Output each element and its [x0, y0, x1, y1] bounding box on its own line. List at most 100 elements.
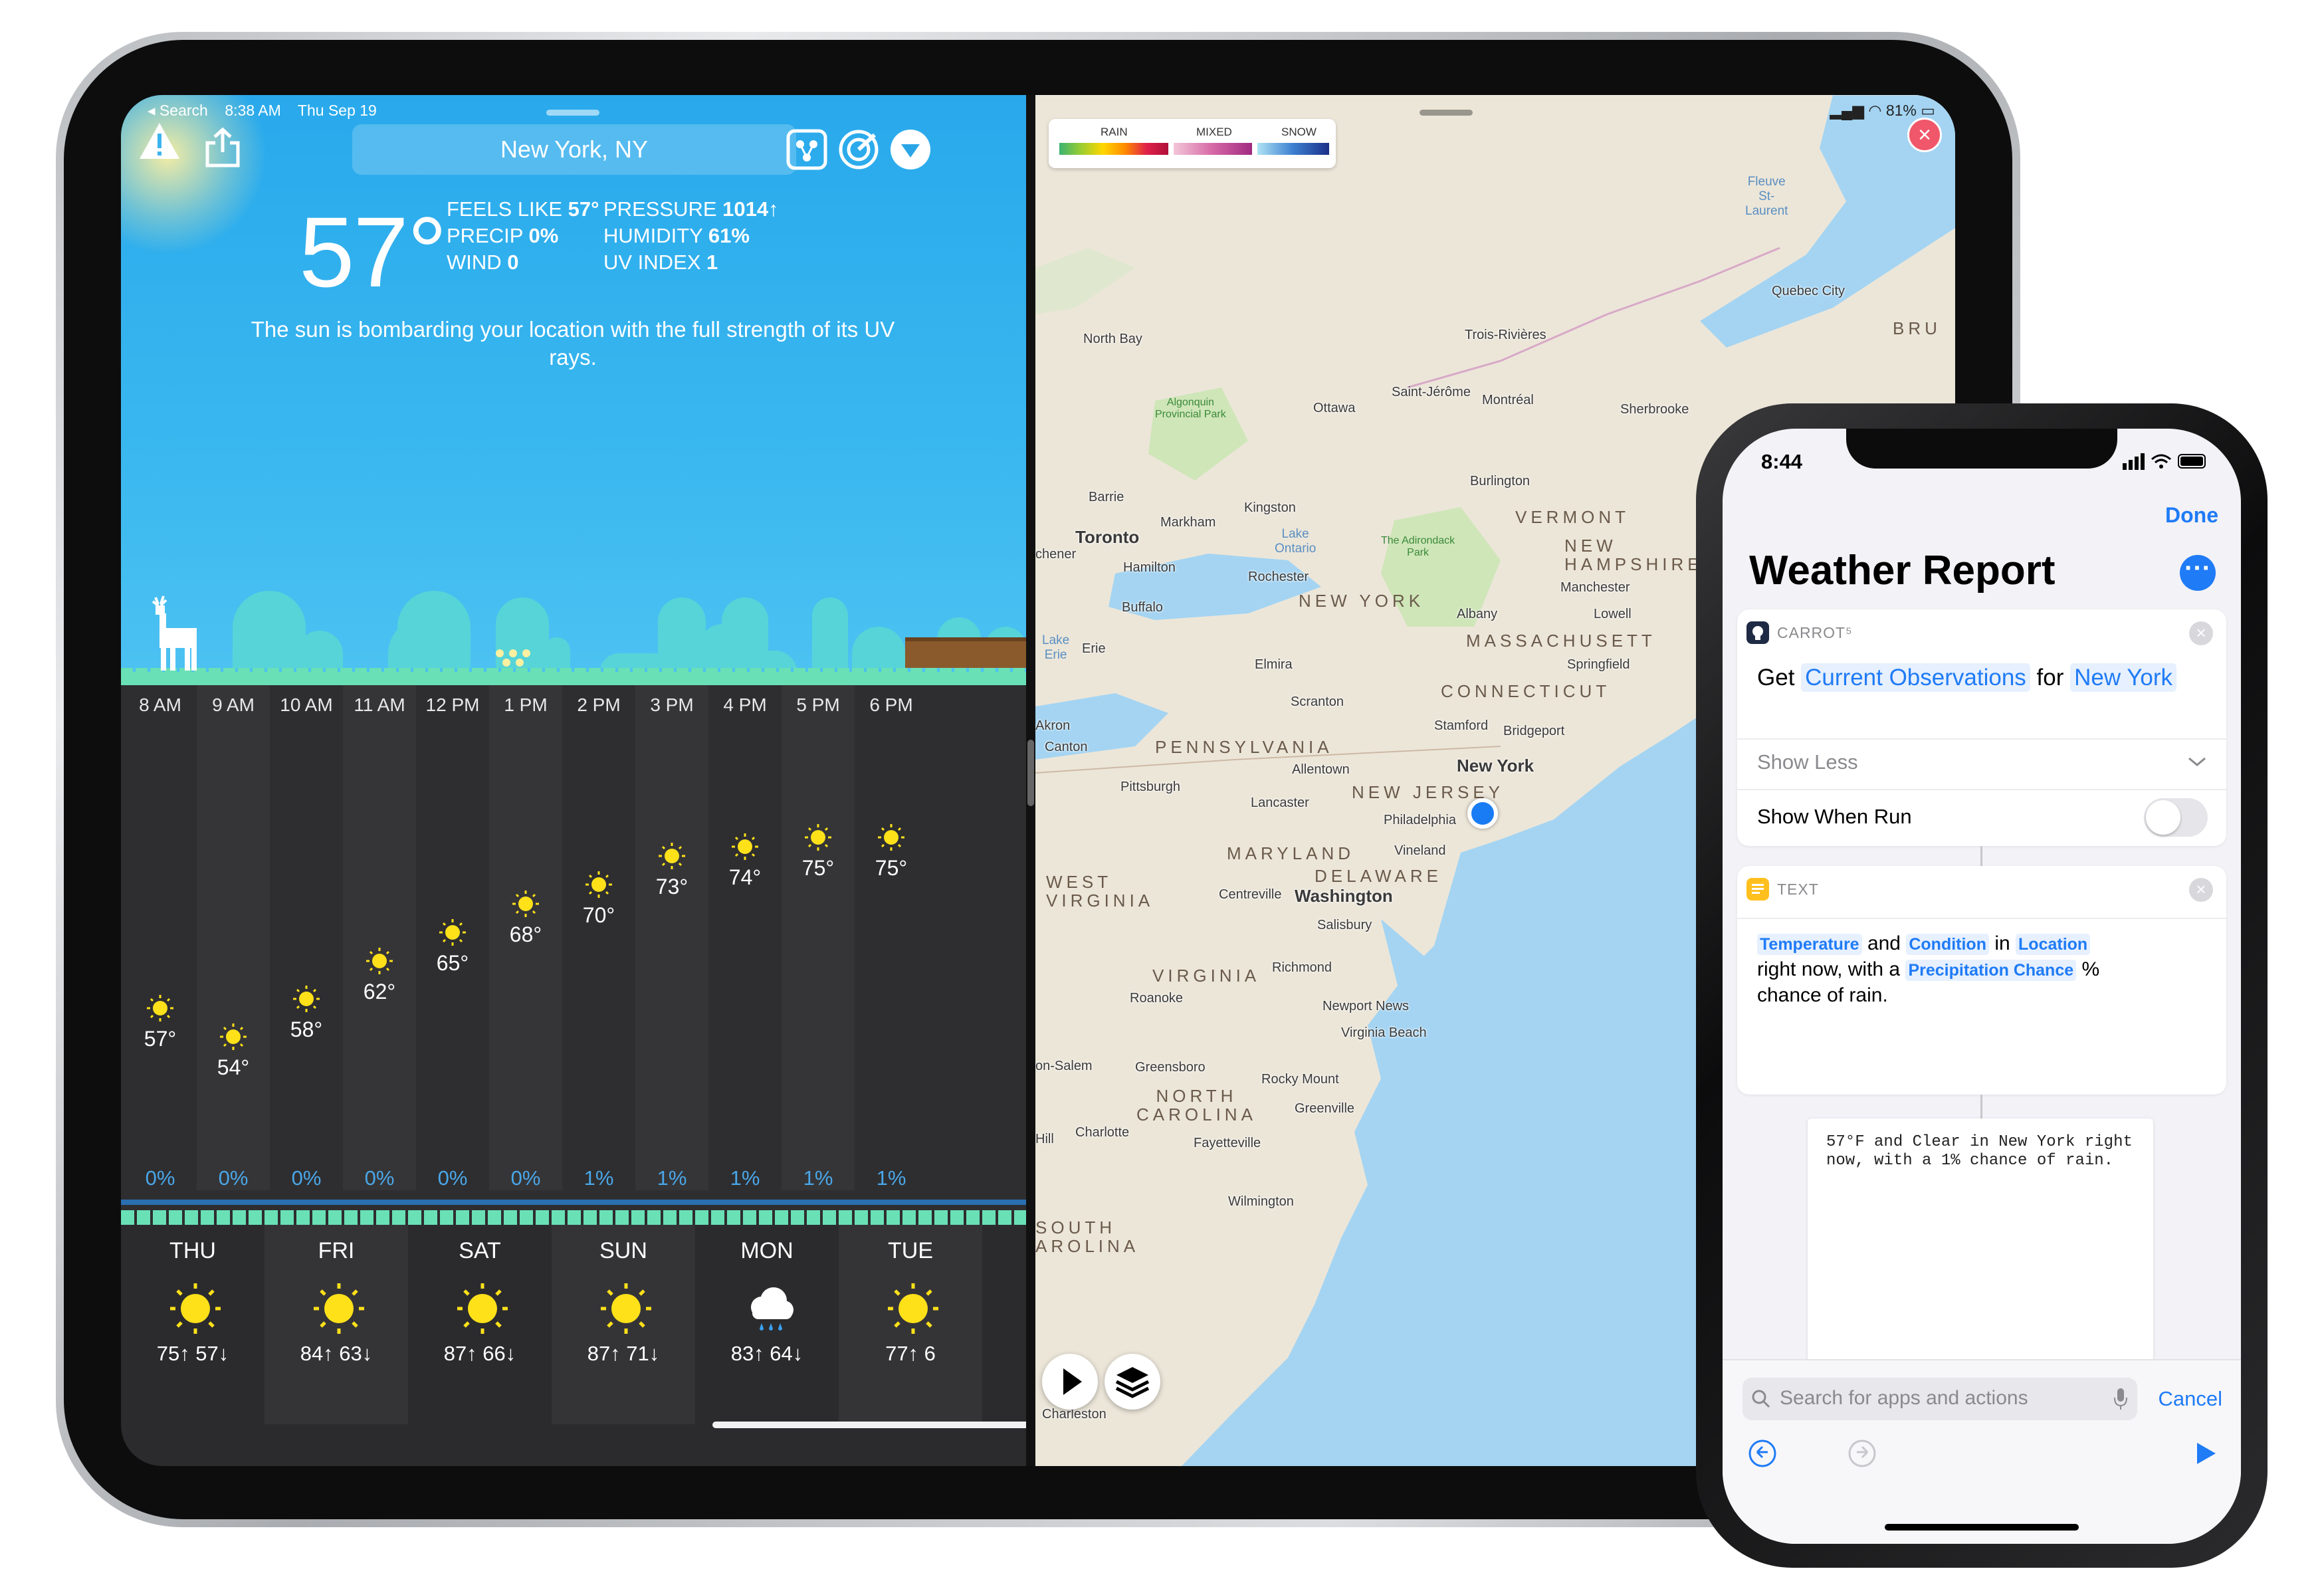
map-label: Quebec City — [1772, 284, 1846, 298]
radar-icon[interactable] — [837, 128, 880, 171]
chevron-up-icon[interactable] — [2188, 756, 2206, 768]
location-param[interactable]: New York — [2070, 663, 2176, 692]
daily-column: TUE 77↑ 6 — [839, 1225, 982, 1424]
day-label: SAT — [459, 1238, 501, 1263]
show-less-button[interactable]: Show Less — [1757, 750, 1858, 774]
text-action-card[interactable]: TEXT × Temperature and Condition in Loca… — [1737, 866, 2226, 1095]
sun-icon — [457, 1283, 508, 1334]
map-label: Rocky Mount — [1261, 1072, 1339, 1087]
ipad-screen: ◂ Search 8:38 AM Thu Sep 19 New York, NY — [121, 95, 1955, 1466]
precip-value: 0% — [528, 224, 559, 247]
play-button[interactable] — [1042, 1354, 1098, 1410]
sun-icon — [170, 1283, 221, 1334]
hour-precip-chance: 0% — [291, 1166, 322, 1190]
warning-icon[interactable] — [138, 122, 181, 160]
layers-button[interactable] — [1105, 1354, 1160, 1410]
home-indicator[interactable] — [712, 1422, 1026, 1428]
hour-label: 9 AM — [212, 694, 255, 715]
menu-dropdown-icon[interactable] — [889, 128, 932, 171]
day-label: THU — [169, 1238, 216, 1263]
hour-label: 2 PM — [577, 694, 621, 715]
done-button[interactable]: Done — [2165, 503, 2218, 528]
location-variable[interactable]: Location — [2016, 934, 2091, 955]
show-when-run-toggle[interactable] — [2144, 798, 2208, 837]
pressure-value: 1014↑ — [722, 197, 779, 221]
redo-icon[interactable] — [1846, 1437, 1878, 1469]
battery-level: 81% — [1885, 102, 1917, 119]
flowers-icon — [496, 649, 530, 667]
remove-action-icon[interactable]: × — [2189, 878, 2213, 902]
action-verb: Get — [1757, 665, 1795, 690]
text-content[interactable]: Temperature and Condition in Location ri… — [1757, 931, 2216, 1008]
undo-icon[interactable] — [1746, 1437, 1778, 1469]
hour-label: 1 PM — [504, 694, 548, 715]
action-preposition: for — [2036, 665, 2064, 690]
pressure-label: PRESSURE — [603, 197, 717, 221]
map-label: chener — [1035, 547, 1077, 562]
map-label: Stamford — [1434, 718, 1489, 733]
sun-icon — [220, 1023, 247, 1050]
deer-icon — [152, 595, 197, 671]
hour-temperature: 73° — [655, 875, 688, 899]
temperature-variable[interactable]: Temperature — [1757, 934, 1862, 955]
map-label: Fleuve St- Laurent — [1745, 175, 1788, 218]
play-icon — [1063, 1368, 1082, 1395]
hourly-column: 6 PM 75° 1% — [855, 685, 928, 1190]
map-label: Washington — [1295, 886, 1393, 906]
sun-icon — [888, 1283, 938, 1334]
hour-temperature: 75° — [875, 855, 908, 880]
map-label: Erie — [1082, 641, 1106, 656]
map-label: Vineland — [1394, 843, 1446, 858]
cancel-button[interactable]: Cancel — [2159, 1387, 2223, 1411]
map-label: Saint-Jérôme — [1392, 385, 1471, 399]
user-location-dot[interactable] — [1467, 798, 1498, 829]
run-shortcut-icon[interactable] — [2189, 1437, 2221, 1469]
map-label: Allentown — [1292, 762, 1350, 777]
hourly-forecast[interactable]: 8 AM 57° 0% 9 AM 54° 0% 10 AM 58° 0% 11 AM 62° 0% 12… — [121, 685, 1026, 1210]
sun-icon — [366, 947, 393, 974]
map-label: Toronto — [1075, 527, 1140, 547]
sun-icon — [805, 823, 831, 851]
map-label: Trois-Rivières — [1465, 328, 1546, 342]
map-label: VERMONT — [1515, 507, 1630, 527]
observation-type-param[interactable]: Current Observations — [1801, 663, 2030, 692]
map-label: Bridgeport — [1503, 724, 1565, 738]
hourly-column: 9 AM 54° 0% — [197, 685, 270, 1190]
condition-variable[interactable]: Condition — [1906, 934, 1989, 955]
location-selector[interactable]: New York, NY — [352, 124, 796, 175]
multitasking-handle[interactable] — [1420, 110, 1473, 116]
location-name: New York, NY — [500, 136, 649, 163]
close-icon[interactable]: × — [1907, 118, 1942, 152]
mixed-scale — [1174, 143, 1252, 155]
text-app-icon — [1746, 878, 1769, 901]
map-label: Wilmington — [1228, 1194, 1294, 1209]
multitasking-handle[interactable] — [546, 110, 599, 116]
map-label: Fayetteville — [1194, 1136, 1261, 1150]
split-view-handle[interactable] — [1027, 740, 1034, 806]
share-icon[interactable] — [203, 127, 242, 168]
status-time: 8:38 AM — [225, 102, 281, 119]
day-label: TUE — [888, 1238, 933, 1263]
daily-column: THU 75↑ 57↓ — [121, 1225, 264, 1424]
legend-snow: SNOW — [1281, 126, 1317, 138]
sun-icon — [439, 918, 466, 946]
map-label: Lancaster — [1251, 796, 1309, 810]
wind-value: 0 — [507, 251, 519, 274]
day-high-low: 77↑ 6 — [885, 1342, 936, 1365]
carrot-action-card[interactable]: CARROT⁵ × Get Current Observations for N… — [1737, 609, 2226, 846]
text-fragment: and — [1867, 932, 1901, 954]
daily-forecast[interactable]: THU 75↑ 57↓ FRI 84↑ 63↓ SAT 87↑ 66↓ SUN 87↑ 71↓… — [121, 1225, 1026, 1466]
back-to-search[interactable]: ◂ Search — [148, 102, 208, 119]
action-search-panel: Search for apps and actions Cancel — [1723, 1359, 2241, 1544]
map-label: Kingston — [1244, 500, 1296, 515]
hourly-divider — [121, 1200, 1026, 1205]
microphone-icon[interactable] — [2113, 1387, 2128, 1411]
day-high-low: 87↑ 66↓ — [443, 1342, 516, 1365]
more-options-button[interactable]: ··· — [2180, 555, 2216, 591]
hour-label: 8 AM — [139, 694, 181, 715]
precipitation-chance-variable[interactable]: Precipitation Chance — [1905, 960, 2077, 981]
home-indicator[interactable] — [1885, 1524, 2079, 1531]
remove-action-icon[interactable]: × — [2189, 621, 2213, 645]
secret-locations-icon[interactable] — [786, 128, 828, 171]
search-input[interactable]: Search for apps and actions — [1743, 1378, 2137, 1420]
